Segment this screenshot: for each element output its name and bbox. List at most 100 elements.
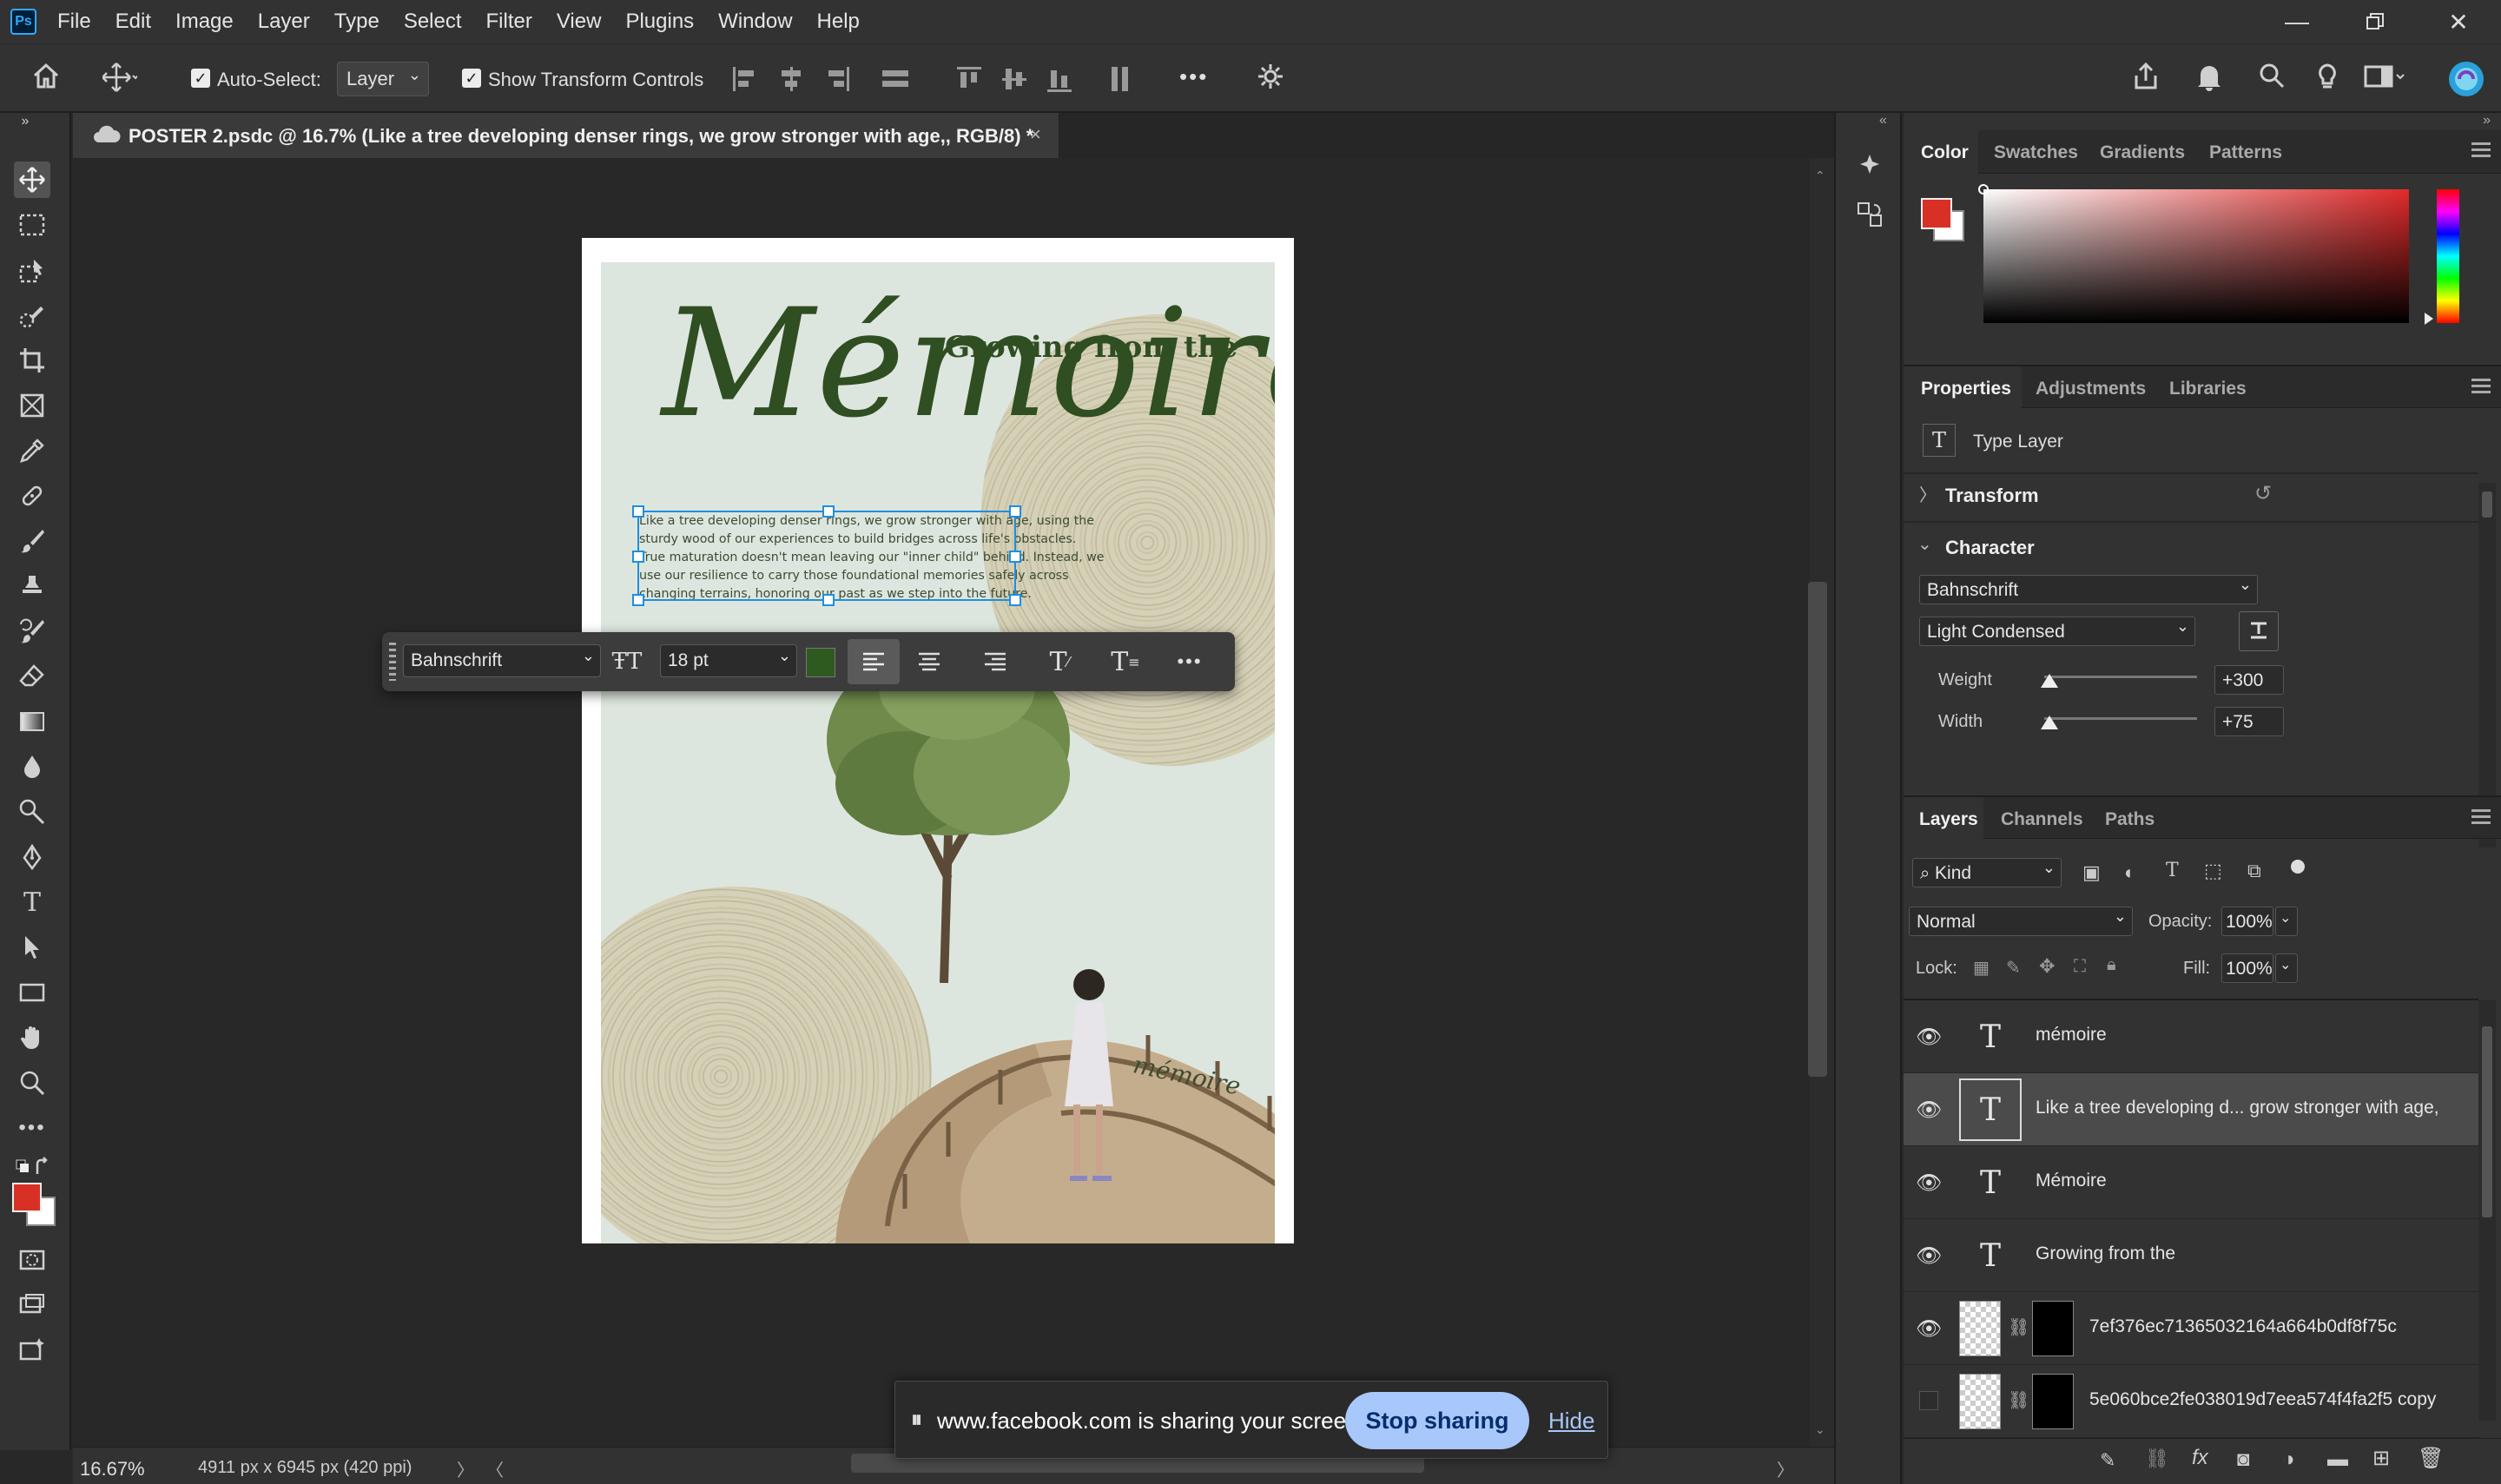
eye-icon[interactable]: 👁︎: [1916, 1316, 1942, 1341]
hide-banner-link[interactable]: Hide: [1548, 1408, 1594, 1435]
filter-toggle-icon[interactable]: [2291, 860, 2305, 874]
more-icon[interactable]: •••: [1172, 644, 1207, 679]
tab-gradients[interactable]: Gradients: [2100, 142, 2185, 163]
document-tab[interactable]: POSTER 2.psdc @ 16.7% (Like a tree devel…: [73, 113, 1059, 158]
delete-layer-icon[interactable]: 🗑︎: [2418, 1446, 2444, 1471]
align-right-icon[interactable]: [822, 65, 851, 93]
tab-layers[interactable]: Layers: [1919, 809, 1978, 830]
layer-row[interactable]: 👁︎ T Mémoire: [1904, 1146, 2478, 1219]
menu-image[interactable]: Image: [175, 10, 234, 34]
font-size-dropdown[interactable]: 18 pt ⌄: [660, 644, 797, 677]
hue-slider-marker[interactable]: [2425, 313, 2433, 325]
workspace-icon[interactable]: [2364, 62, 2407, 101]
visibility-toggle-off[interactable]: [1919, 1391, 1938, 1410]
tab-paths[interactable]: Paths: [2105, 809, 2155, 830]
hand-tool-icon[interactable]: [14, 1019, 50, 1056]
menu-view[interactable]: View: [557, 10, 602, 34]
distribute-icon[interactable]: [881, 65, 910, 93]
brush-sparkle-icon[interactable]: ✎: [2100, 1449, 2115, 1472]
character-font-style-dropdown[interactable]: Light Condensed ⌄: [1919, 617, 2195, 646]
lock-all-icon[interactable]: 🔒︎: [2107, 955, 2116, 975]
home-icon[interactable]: [31, 62, 61, 101]
font-family-dropdown[interactable]: Bahnschrift ⌄: [403, 644, 601, 677]
tab-libraries[interactable]: Libraries: [2169, 379, 2247, 399]
scroll-left-icon[interactable]: 〈: [486, 1456, 504, 1481]
character-chevron-icon[interactable]: ⌄: [1917, 533, 1932, 555]
foreground-color-swatch[interactable]: [12, 1183, 42, 1212]
weight-slider-knob[interactable]: [2041, 674, 2058, 688]
frame-tool-icon[interactable]: [14, 387, 50, 424]
history-brush-tool-icon[interactable]: [14, 613, 50, 650]
quick-selection-tool-icon[interactable]: [14, 297, 50, 333]
marquee-tool-icon[interactable]: [14, 207, 50, 243]
color-panel-menu-icon[interactable]: [2471, 142, 2491, 161]
opacity-value-field[interactable]: 100%: [2221, 907, 2273, 936]
filter-type-icon[interactable]: T: [2166, 860, 2179, 881]
vertical-scroll-thumb[interactable]: [1808, 582, 1827, 1077]
layer-row[interactable]: 👁︎ ⛓︎ 7ef376ec71365032164a664b0df8f75c: [1904, 1292, 2478, 1365]
tab-color[interactable]: Color: [1921, 142, 1969, 163]
lock-image-icon[interactable]: ✎: [2006, 957, 2021, 979]
text-bounding-box[interactable]: [632, 505, 1021, 606]
transform-handle[interactable]: [822, 505, 835, 518]
status-menu-arrow-icon[interactable]: 〉: [457, 1456, 474, 1481]
character-section-title[interactable]: Character: [1945, 537, 2035, 559]
align-text-right-icon[interactable]: [978, 644, 1013, 679]
gear-icon[interactable]: [1256, 62, 1285, 101]
collapse-panels-icon[interactable]: «: [1879, 113, 1887, 129]
close-tab-icon[interactable]: ×: [1030, 123, 1041, 146]
more-options-icon[interactable]: •••: [1179, 63, 1208, 90]
blur-tool-icon[interactable]: [14, 749, 50, 785]
generative-fill-icon[interactable]: [14, 1332, 50, 1369]
fx-icon[interactable]: fx: [2192, 1446, 2208, 1470]
drag-handle-icon[interactable]: [389, 643, 396, 681]
poster-canvas[interactable]: Mémoire Growing from the Like a tree dev…: [582, 238, 1294, 1243]
path-selection-tool-icon[interactable]: [14, 929, 50, 966]
tab-patterns[interactable]: Patterns: [2209, 142, 2282, 163]
avatar[interactable]: [2447, 60, 2485, 108]
transform-handle[interactable]: [822, 594, 835, 606]
eraser-tool-icon[interactable]: [14, 658, 50, 695]
menu-type[interactable]: Type: [334, 10, 379, 34]
link-icon[interactable]: ⛓︎: [2008, 1389, 2029, 1411]
menu-layer[interactable]: Layer: [258, 10, 310, 34]
transform-section-title[interactable]: Transform: [1945, 485, 2039, 507]
distribute-vertical-icon[interactable]: [1106, 65, 1136, 93]
new-group-icon[interactable]: ▬: [2327, 1448, 2348, 1472]
filter-smart-object-icon[interactable]: ⧉: [2247, 860, 2261, 882]
menu-edit[interactable]: Edit: [115, 10, 151, 34]
blend-mode-dropdown[interactable]: Normal ⌄: [1909, 907, 2133, 936]
eye-icon[interactable]: 👁︎: [1916, 1243, 1942, 1268]
scroll-right-icon[interactable]: 〉: [1777, 1456, 1794, 1481]
width-value-field[interactable]: +75: [2214, 707, 2284, 736]
crop-tool-icon[interactable]: [14, 342, 50, 379]
scroll-down-icon[interactable]: ⌄: [1815, 1422, 1825, 1437]
align-left-icon[interactable]: [731, 65, 761, 93]
discover-icon[interactable]: [1855, 151, 1884, 185]
filter-pixel-icon[interactable]: ▣: [2082, 861, 2101, 884]
layer-row[interactable]: ⛓︎ 5e060bce2fe038019d7eea574f4fa2f5 copy: [1904, 1365, 2478, 1438]
menu-filter[interactable]: Filter: [486, 10, 532, 34]
transform-handle[interactable]: [1009, 551, 1021, 563]
clone-stamp-tool-icon[interactable]: [14, 568, 50, 604]
tab-adjustments[interactable]: Adjustments: [2036, 379, 2146, 399]
screen-mode-icon[interactable]: [14, 1287, 50, 1323]
weight-value-field[interactable]: +300: [2214, 665, 2284, 695]
fill-chevron-icon[interactable]: ⌄: [2275, 953, 2298, 983]
quick-mask-icon[interactable]: [14, 1242, 50, 1278]
lock-position-icon[interactable]: ✥: [2039, 955, 2055, 978]
menu-select[interactable]: Select: [404, 10, 462, 34]
layers-scrollbar[interactable]: [2478, 1000, 2496, 1421]
stop-sharing-button[interactable]: Stop sharing: [1345, 1392, 1529, 1449]
hue-slider[interactable]: [2437, 189, 2459, 323]
weight-slider-track[interactable]: [2044, 676, 2197, 678]
width-slider-track[interactable]: [2044, 717, 2197, 720]
paragraph-options-icon[interactable]: T ≡: [1108, 644, 1143, 679]
transform-handle[interactable]: [1009, 594, 1021, 606]
expand-panels-icon[interactable]: »: [2483, 113, 2491, 129]
layer-row[interactable]: 👁︎ T mémoire: [1904, 1000, 2478, 1073]
healing-brush-tool-icon[interactable]: [14, 478, 50, 514]
lock-transparent-icon[interactable]: ▦: [1973, 957, 1990, 979]
layer-filter-kind-dropdown[interactable]: ⌕ Kind ⌄: [1912, 858, 2062, 887]
fill-value-field[interactable]: 100%: [2221, 953, 2273, 983]
